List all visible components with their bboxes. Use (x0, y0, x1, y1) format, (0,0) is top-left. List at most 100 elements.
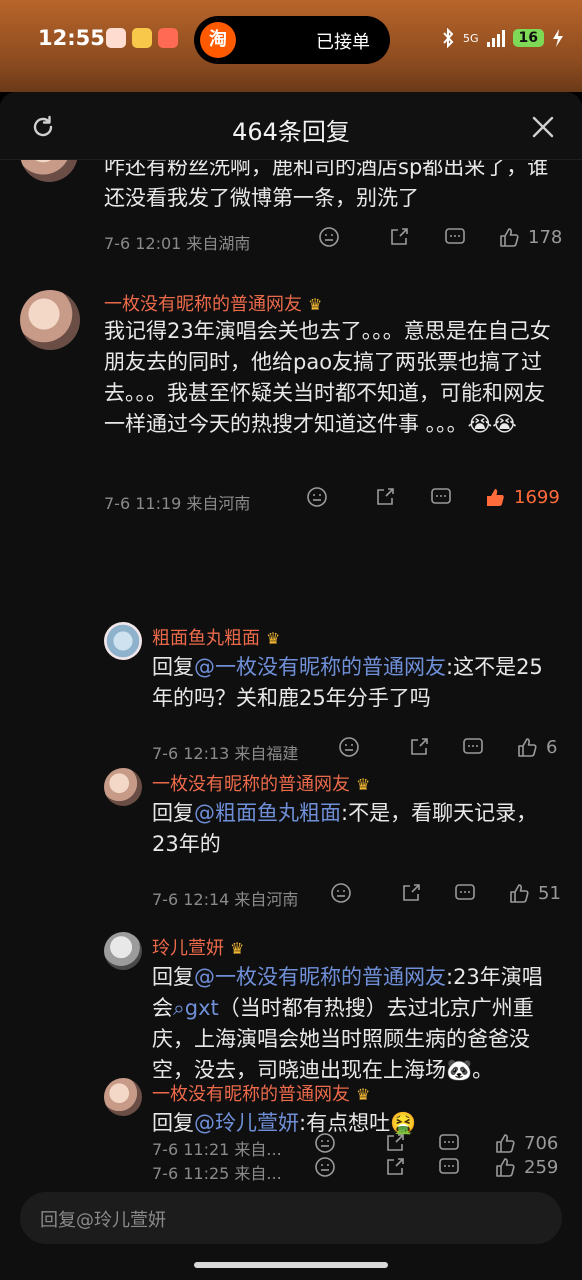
emoji-button[interactable] (330, 882, 352, 904)
comment-text: 回复@一枚没有昵称的普通网友:这不是25年的吗？关和鹿25年分手了吗 (152, 652, 552, 714)
signal-icon (486, 29, 505, 47)
like-icon (496, 1158, 515, 1177)
status-indicators: 5G 16 (441, 28, 564, 48)
emoji-icon (315, 1157, 335, 1177)
like-icon (510, 884, 529, 903)
like-count: 259 (524, 1156, 559, 1178)
crown-icon: ♛ (266, 629, 281, 648)
mention-link[interactable]: @一枚没有昵称的普通网友 (194, 965, 446, 989)
emoji-icon (307, 487, 327, 507)
like-button[interactable]: 178 (498, 226, 562, 248)
share-button[interactable] (388, 226, 410, 248)
reply-placeholder: 回复@玲儿萱妍 (40, 1210, 166, 1231)
share-button[interactable] (408, 736, 430, 758)
emoji-button[interactable] (338, 736, 360, 758)
reply-prefix: 回复 (152, 655, 194, 679)
status-app-icons (106, 28, 178, 48)
avatar[interactable] (20, 290, 80, 350)
search-chip[interactable]: ⌕gxt (173, 996, 219, 1020)
share-button[interactable] (400, 882, 422, 904)
comment-button[interactable] (438, 1156, 460, 1178)
share-icon (403, 884, 420, 901)
comment-meta: 7-6 12:13 来自福建 (152, 744, 299, 763)
mention-link[interactable]: @玲儿萱妍 (194, 1111, 299, 1135)
author-name: 一枚没有昵称的普通网友 (152, 774, 350, 795)
share-icon (377, 488, 394, 505)
comment-list[interactable]: 咋还有粉丝洗啊，鹿和司的酒店sp都出来了，谁还没看我发了微博第一条，别洗了 7-… (0, 160, 582, 1160)
comment-text: 咋还有粉丝洗啊，鹿和司的酒店sp都出来了，谁还没看我发了微博第一条，别洗了 (104, 160, 549, 210)
reply-prefix: 回复 (152, 965, 194, 989)
like-button[interactable]: 259 (494, 1156, 558, 1178)
home-indicator[interactable] (194, 1262, 388, 1268)
comment-icon (439, 1158, 459, 1174)
crown-icon: ♛ (356, 1085, 371, 1104)
like-button[interactable]: 1699 (484, 486, 560, 508)
comment-button[interactable] (454, 882, 476, 904)
comment-button[interactable] (430, 486, 452, 508)
network-label: 5G (462, 31, 479, 45)
search-icon: ⌕ (173, 996, 185, 1020)
emoji-icon (319, 227, 339, 247)
share-icon (411, 738, 428, 755)
like-button[interactable]: 6 (516, 736, 557, 758)
close-icon[interactable] (530, 114, 556, 140)
crown-icon: ♛ (308, 295, 323, 314)
share-button[interactable] (384, 1156, 406, 1178)
avatar[interactable] (104, 1078, 142, 1116)
comment-author[interactable]: 一枚没有昵称的普通网友 ♛ (152, 770, 370, 796)
like-count: 51 (538, 882, 561, 904)
avatar[interactable] (20, 160, 78, 182)
like-button[interactable]: 51 (508, 882, 561, 904)
comment-text: 回复@粗面鱼丸粗面:不是，看聊天记录，23年的 (152, 798, 552, 860)
author-name: 粗面鱼丸粗面 (152, 628, 260, 649)
battery-level: 16 (512, 29, 544, 47)
comment-button[interactable] (462, 736, 484, 758)
crown-icon: ♛ (356, 775, 371, 794)
red-app-icon (158, 28, 178, 48)
like-count: 178 (528, 226, 563, 248)
comment-meta: 7-6 11:25 来自... (152, 1164, 282, 1183)
emoji-icon (339, 737, 359, 757)
reply-body: :有点想吐🤮 (299, 1111, 417, 1135)
comment-text: 我记得23年演唱会关也去了。。。意思是在自己女朋友去的同时，他给pao友搞了两张… (104, 319, 551, 436)
sheet-title: 464条回复 (232, 118, 350, 146)
comment-text: 回复@一枚没有昵称的普通网友:23年演唱会⌕gxt（当时都有热搜）去过北京广州重… (152, 962, 556, 1086)
avatar[interactable] (104, 768, 142, 806)
taobao-icon: 淘 (200, 22, 236, 58)
avatar[interactable] (104, 622, 142, 660)
status-bar: 12:55 淘 已接单 5G 16 (0, 0, 582, 92)
comment-icon (463, 738, 483, 754)
like-icon (487, 489, 504, 506)
mention-link[interactable]: @粗面鱼丸粗面 (194, 801, 341, 825)
emoji-button[interactable] (314, 1156, 336, 1178)
avatar[interactable] (104, 932, 142, 970)
emoji-button[interactable] (318, 226, 340, 248)
like-icon (518, 738, 537, 757)
like-count: 6 (546, 736, 558, 758)
comment-meta: 7-6 11:21 来自... (152, 1140, 282, 1159)
comment-author[interactable]: 一枚没有昵称的普通网友 ♛ (104, 290, 322, 316)
bluetooth-icon (443, 28, 454, 48)
comment-author[interactable]: 玲儿萱妍 ♛ (152, 934, 244, 960)
share-icon (387, 1158, 404, 1175)
heart-app-icon (132, 28, 152, 48)
search-chip-label: gxt (184, 996, 219, 1020)
emoji-button[interactable] (306, 486, 328, 508)
dynamic-island[interactable]: 淘 已接单 (194, 16, 390, 64)
author-name: 一枚没有昵称的普通网友 (152, 1084, 350, 1105)
comment-author[interactable]: 粗面鱼丸粗面 ♛ (152, 624, 280, 650)
weibo-icon (106, 28, 126, 48)
mention-link[interactable]: @一枚没有昵称的普通网友 (194, 655, 446, 679)
share-button[interactable] (374, 486, 396, 508)
comment-author[interactable]: 一枚没有昵称的普通网友 ♛ (152, 1080, 370, 1106)
comment-meta: 7-6 11:19 来自河南 (104, 494, 251, 513)
comment-meta: 7-6 12:01 来自湖南 (104, 234, 251, 253)
comment-button[interactable] (444, 226, 466, 248)
replies-sheet: 464条回复 咋还有粉丝洗啊，鹿和司的酒店sp都出来了，谁还没看我发了微博第一条… (0, 92, 582, 1280)
share-icon (391, 228, 408, 245)
crown-icon: ♛ (230, 939, 245, 958)
like-count: 1699 (514, 486, 560, 508)
reply-input[interactable]: 回复@玲儿萱妍 (20, 1192, 562, 1244)
comment-icon (431, 488, 451, 504)
status-time: 12:55 (38, 26, 105, 50)
